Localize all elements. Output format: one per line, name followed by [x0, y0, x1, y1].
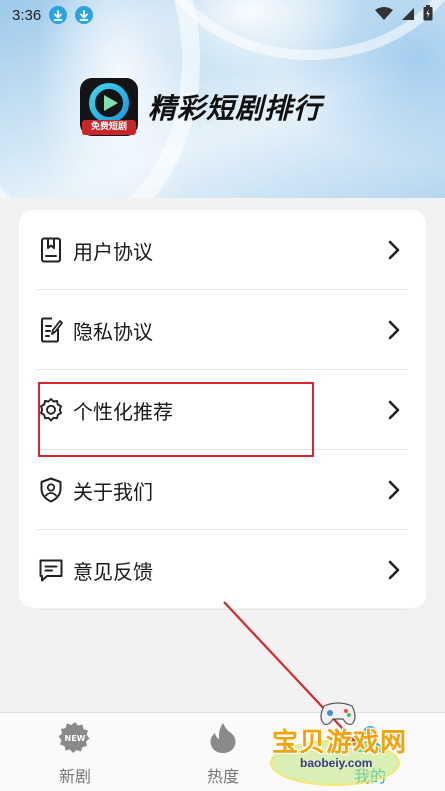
chevron-right-icon: [388, 240, 400, 260]
menu-item-label: 关于我们: [73, 479, 153, 504]
menu-item-user-agreement[interactable]: 用户协议: [37, 210, 407, 290]
watermark: 宝贝游戏网 baobeiy.com: [270, 700, 445, 791]
app-header: 3:36 免费短剧 精彩短剧排行: [0, 0, 445, 198]
document-icon: [37, 236, 65, 264]
wifi-icon: [375, 6, 393, 25]
watermark-text: 宝贝游戏网: [272, 728, 408, 758]
watermark-url: baobeiy.com: [300, 756, 373, 770]
chevron-right-icon: [388, 560, 400, 580]
menu-item-label: 隐私协议: [73, 319, 153, 344]
status-time: 3:36: [12, 6, 42, 24]
menu-item-privacy-agreement[interactable]: 隐私协议: [37, 290, 407, 370]
play-logo-icon: 免费短剧: [80, 78, 138, 136]
divider: [37, 609, 407, 610]
flame-icon: [210, 723, 236, 753]
nav-tab-hot[interactable]: 热度: [173, 713, 273, 791]
chevron-right-icon: [388, 400, 400, 420]
edit-document-icon: [37, 316, 65, 344]
chevron-right-icon: [388, 320, 400, 340]
nav-tab-new[interactable]: NEW 新剧: [25, 713, 125, 791]
svg-text:NEW: NEW: [65, 734, 86, 743]
menu-item-label: 用户协议: [73, 239, 153, 264]
menu-item-feedback[interactable]: 意见反馈: [37, 530, 407, 610]
highlight-box: [38, 382, 314, 457]
nav-tab-label: 热度: [206, 767, 239, 786]
message-icon: [37, 556, 65, 584]
battery-icon: [423, 5, 433, 25]
menu-item-label: 意见反馈: [73, 559, 153, 584]
shield-user-icon: [37, 476, 65, 504]
status-bar: 3:36: [0, 0, 445, 30]
download-icon: [49, 6, 68, 24]
chevron-right-icon: [388, 480, 400, 500]
logo-ribbon: 免费短剧: [82, 120, 136, 135]
signal-icon: [401, 6, 415, 25]
app-branding: 免费短剧 精彩短剧排行: [80, 78, 322, 136]
download-icon: [75, 6, 94, 24]
app-title: 精彩短剧排行: [148, 92, 323, 125]
menu-item-about-us[interactable]: 关于我们: [37, 450, 407, 530]
nav-tab-label: 新剧: [58, 767, 91, 786]
new-badge-icon: NEW: [58, 722, 90, 753]
